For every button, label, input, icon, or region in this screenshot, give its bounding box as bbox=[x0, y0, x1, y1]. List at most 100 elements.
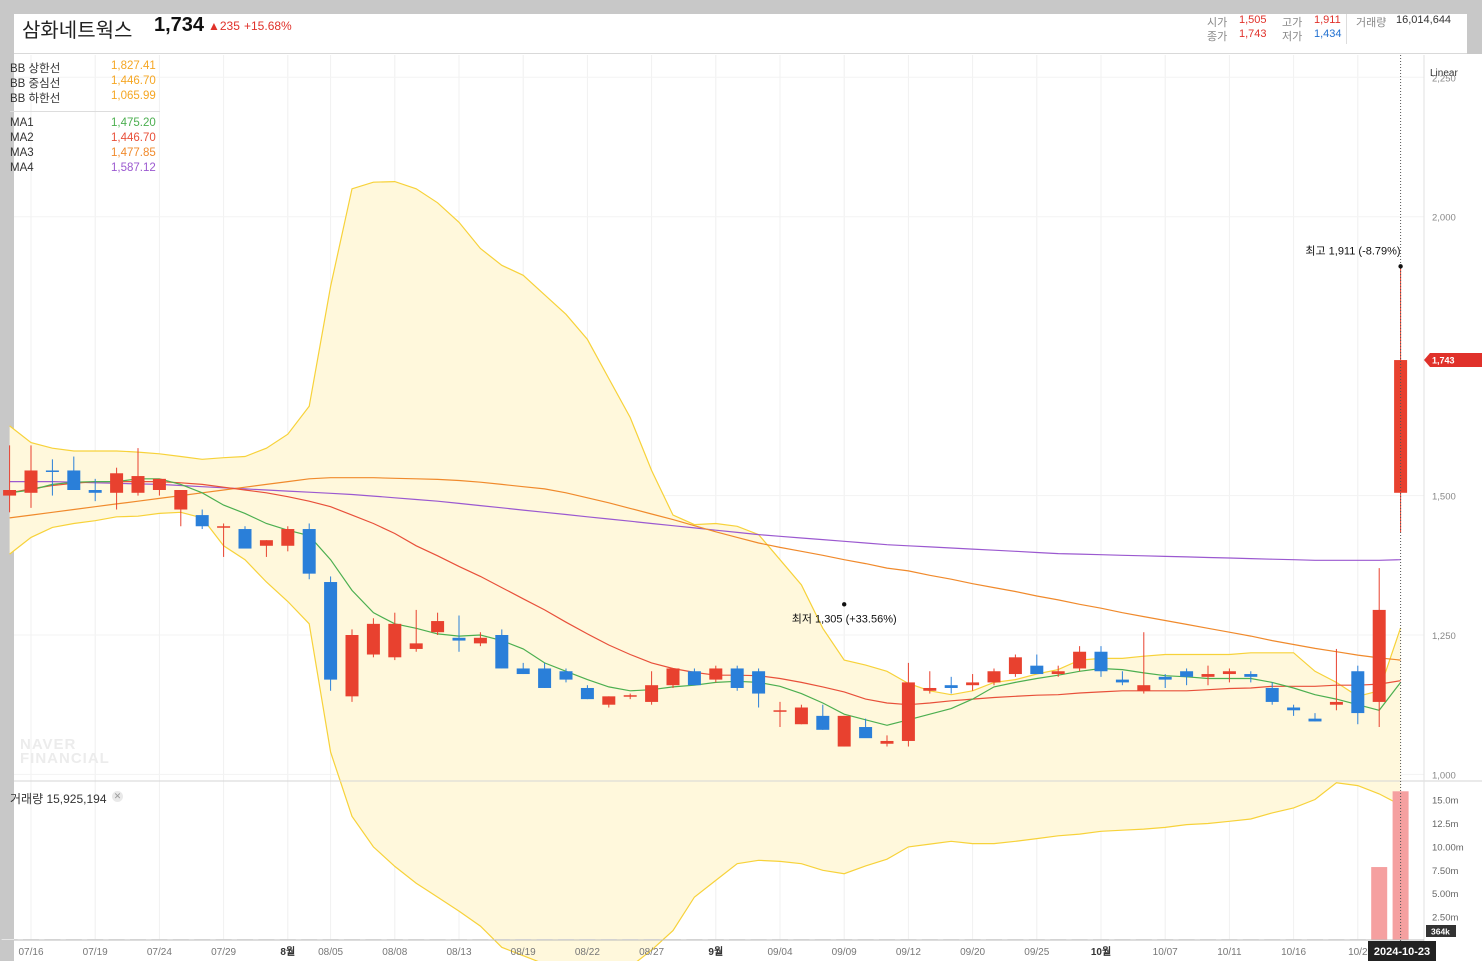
date-tick-label: 09/12 bbox=[896, 947, 921, 958]
date-tick-label: 08/05 bbox=[318, 947, 343, 958]
volume-panel-title: 거래량 15,925,194 bbox=[10, 792, 107, 806]
date-tick-label: 08/22 bbox=[575, 947, 600, 958]
legend-name: MA4 bbox=[10, 162, 34, 174]
candle bbox=[302, 529, 316, 574]
candle bbox=[152, 478, 166, 490]
candle bbox=[816, 715, 830, 730]
legend-value: 1,475.20 bbox=[111, 117, 156, 129]
price-tick-label: 2,000 bbox=[1432, 213, 1456, 224]
annotation-marker bbox=[842, 602, 847, 607]
date-tick-label: 07/16 bbox=[18, 947, 43, 958]
legend-bb-middle: BB 중심선 1,446.70 bbox=[10, 75, 160, 90]
candle bbox=[1308, 718, 1322, 722]
legend-name: MA1 bbox=[10, 117, 34, 129]
candle bbox=[259, 540, 273, 546]
candle bbox=[538, 668, 552, 688]
close-icon[interactable]: ✕ bbox=[112, 791, 123, 802]
candle bbox=[366, 623, 380, 655]
candle bbox=[110, 473, 124, 493]
legend-ma1: MA1 1,475.20 bbox=[10, 117, 160, 132]
date-tick-label: 08/08 bbox=[382, 947, 407, 958]
candle bbox=[1158, 676, 1172, 680]
candle bbox=[880, 740, 894, 744]
candle bbox=[345, 635, 359, 697]
candle bbox=[88, 490, 102, 493]
date-tick-label: 07/29 bbox=[211, 947, 236, 958]
candle bbox=[24, 470, 38, 493]
candle bbox=[473, 637, 487, 644]
candle bbox=[666, 668, 680, 686]
candle bbox=[1115, 679, 1129, 683]
candle bbox=[1051, 671, 1065, 675]
chart-window: 삼화네트웍스 1,734 ▲235 +15.68% 시가 1,505 고가 1,… bbox=[0, 0, 1482, 961]
bollinger-band-fill bbox=[9, 181, 1401, 961]
candle bbox=[495, 635, 509, 669]
candle bbox=[3, 490, 17, 496]
candle bbox=[516, 668, 530, 675]
candle bbox=[217, 526, 231, 528]
annotation-label: 최저 1,305 (+33.56%) bbox=[792, 612, 897, 625]
candle bbox=[966, 682, 980, 686]
legend-divider bbox=[10, 111, 160, 112]
candle bbox=[1244, 674, 1258, 677]
price-tick-label: 1,000 bbox=[1432, 770, 1456, 781]
candle bbox=[174, 490, 188, 510]
volume-last-value: 364k bbox=[1431, 927, 1450, 937]
candle bbox=[752, 671, 766, 694]
candle bbox=[409, 643, 423, 649]
candle bbox=[195, 515, 209, 527]
candle bbox=[452, 637, 466, 641]
legend-bb-upper: BB 상한선 1,827.41 bbox=[10, 60, 160, 75]
candle bbox=[645, 685, 659, 702]
candle bbox=[559, 671, 573, 680]
candle bbox=[1030, 665, 1044, 675]
date-tick-label: 08/27 bbox=[639, 947, 664, 958]
date-tick-label: 08/13 bbox=[446, 947, 471, 958]
date-tick-label: 10/2 bbox=[1348, 947, 1368, 958]
candle bbox=[602, 696, 616, 705]
legend-name: MA3 bbox=[10, 147, 34, 159]
volume-tick-label: 12.5m bbox=[1432, 819, 1458, 830]
candle bbox=[837, 715, 851, 747]
legend-bb-lower: BB 하한선 1,065.99 bbox=[10, 90, 160, 105]
naver-financial-watermark: NAVER FINANCIAL bbox=[20, 736, 110, 767]
candle bbox=[1351, 671, 1365, 714]
candle bbox=[623, 695, 637, 697]
date-tick-label: 10월 bbox=[1091, 946, 1111, 958]
candle bbox=[67, 470, 81, 490]
legend-name: BB 하한선 bbox=[10, 93, 61, 105]
candle bbox=[730, 668, 744, 688]
candle bbox=[324, 582, 338, 680]
candle bbox=[1265, 687, 1279, 702]
legend-ma2: MA2 1,446.70 bbox=[10, 132, 160, 147]
legend-ma3: MA3 1,477.85 bbox=[10, 147, 160, 162]
legend-value: 1,446.70 bbox=[111, 75, 156, 87]
date-tick-label: 09/04 bbox=[767, 947, 792, 958]
candle bbox=[1094, 651, 1108, 672]
candle bbox=[45, 470, 59, 472]
legend-name: BB 상한선 bbox=[10, 63, 61, 75]
date-tick-label: 10/11 bbox=[1217, 947, 1242, 958]
candle bbox=[580, 687, 594, 700]
legend-value: 1,587.12 bbox=[111, 162, 156, 174]
date-tick-label: 09/25 bbox=[1024, 947, 1049, 958]
price-tick-label: 2,250 bbox=[1432, 73, 1456, 84]
date-tick-label: 8월 bbox=[280, 946, 295, 958]
date-tick-label: 9월 bbox=[708, 946, 723, 958]
legend-value: 1,446.70 bbox=[111, 132, 156, 144]
candle bbox=[1180, 671, 1194, 677]
candle bbox=[131, 476, 145, 493]
date-tick-label: 10/16 bbox=[1281, 947, 1306, 958]
candle bbox=[281, 529, 295, 546]
legend-ma4: MA4 1,587.12 bbox=[10, 162, 160, 177]
candle bbox=[987, 671, 1001, 683]
volume-bar bbox=[1371, 867, 1388, 940]
current-price-value: 1,743 bbox=[1432, 356, 1455, 366]
legend-value: 1,477.85 bbox=[111, 147, 156, 159]
candle bbox=[944, 685, 958, 688]
price-tick-label: 1,250 bbox=[1432, 631, 1456, 642]
price-chart[interactable]: Linear1,0001,2501,5002,0002,2502.50m5.00… bbox=[0, 0, 1482, 961]
date-tick-label: 07/24 bbox=[147, 947, 172, 958]
date-tick-label: 10/07 bbox=[1153, 947, 1178, 958]
legend-value: 1,065.99 bbox=[111, 90, 156, 102]
